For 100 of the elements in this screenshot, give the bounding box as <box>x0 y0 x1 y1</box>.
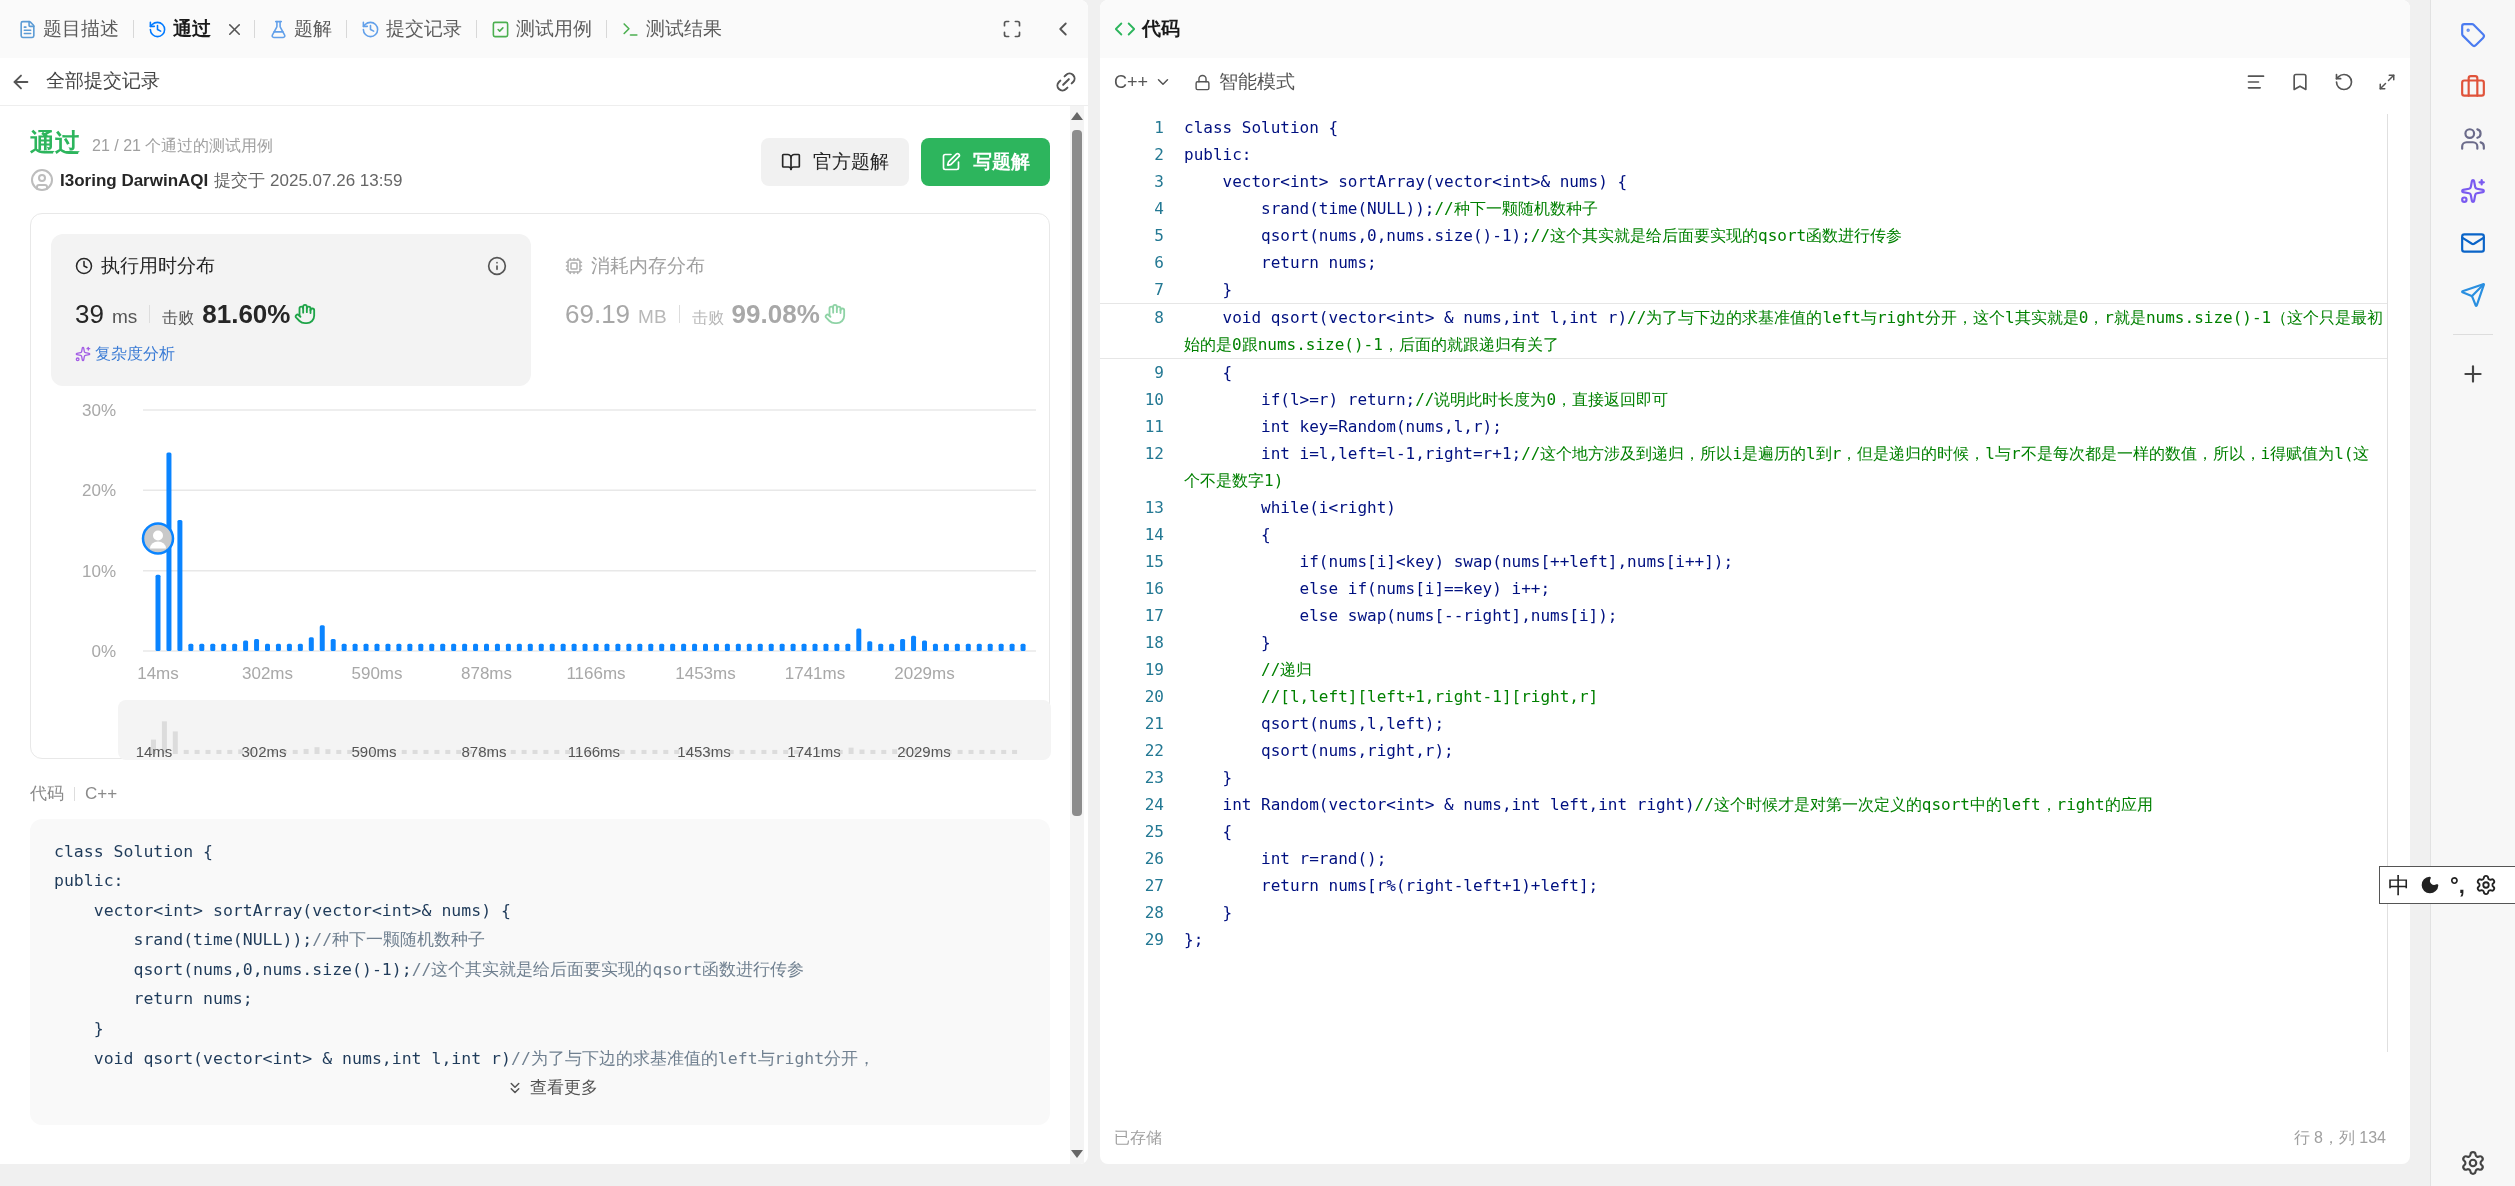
code-line: int r=rand(); <box>1260 848 1388 870</box>
bar <box>845 643 851 651</box>
bar <box>757 643 763 651</box>
x-tick-label: 302ms <box>242 664 293 683</box>
line-number: 26 <box>1143 848 1164 870</box>
bar <box>407 643 413 651</box>
chip-icon <box>565 257 583 276</box>
bar <box>188 643 194 651</box>
settings-icon[interactable] <box>2474 874 2497 896</box>
tag-icon[interactable] <box>2460 22 2486 48</box>
line-number: 28 <box>1143 902 1164 924</box>
official-solution-button[interactable]: 官方题解 <box>761 138 909 186</box>
bar <box>1020 643 1026 651</box>
scrollbar[interactable] <box>1070 106 1084 1164</box>
panel-tab[interactable]: 题目描述 <box>14 14 123 44</box>
y-tick-label: 10% <box>81 561 116 581</box>
language-select[interactable]: C++ <box>1114 68 1173 96</box>
bar <box>823 643 829 651</box>
bookmark-icon[interactable] <box>2290 72 2310 92</box>
code-line: return nums; <box>132 988 254 1011</box>
line-number: 15 <box>1143 551 1164 573</box>
bar <box>363 643 369 651</box>
history-icon <box>361 19 380 39</box>
code-line: int key=Random(nums,l,r); <box>1260 416 1503 438</box>
panel-tab[interactable]: 测试用例 <box>487 14 596 44</box>
flask-icon <box>269 19 288 39</box>
beats-percent: 99.08% <box>731 297 820 331</box>
line-number: 6 <box>1153 252 1164 274</box>
brush-tick-label: 2029ms <box>897 743 951 760</box>
book-icon <box>781 152 801 172</box>
code-line: public: <box>1184 144 1253 166</box>
bar <box>768 643 774 651</box>
stat-card[interactable]: 执行用时分布 39 ms 击败 81.60% 复杂度分析 <box>51 234 531 386</box>
hand-icon <box>294 303 317 325</box>
punctuation-mode[interactable]: °, <box>2450 868 2465 902</box>
bar <box>582 643 588 651</box>
history-icon <box>148 19 167 39</box>
bar <box>801 643 807 651</box>
code-line: srand(time(NULL));//种下一颗随机数种子 <box>1260 198 1599 220</box>
input-mode[interactable]: 中 <box>2388 868 2410 902</box>
code-line: //[l,left][left+1,right-1][right,r] <box>1260 686 1600 708</box>
mail-icon[interactable] <box>2460 230 2486 256</box>
bar <box>396 643 402 651</box>
expand-icon[interactable] <box>2378 73 2396 91</box>
code-line: void qsort(vector<int> & nums,int l,int r)//为了与下边的求基准值的left与right分开， <box>92 1047 877 1070</box>
brush-tick-label: 1166ms <box>567 743 621 760</box>
send-icon[interactable] <box>2460 282 2486 308</box>
settings-icon[interactable] <box>2460 1150 2486 1176</box>
bar <box>549 643 555 651</box>
code-line: qsort(nums,right,r); <box>1260 740 1455 762</box>
info-icon[interactable] <box>487 256 507 277</box>
moon-icon[interactable] <box>2420 875 2440 895</box>
bar <box>571 643 577 651</box>
bar <box>440 643 446 651</box>
code-line: qsort(nums,0,nums.size()-1);//这个其实就是给后面要实现的qsort函数进行传参 <box>132 958 806 981</box>
bar <box>615 643 621 651</box>
code-line: if(nums[i]<key) swap(nums[++left],nums[i++]); <box>1298 551 1735 573</box>
beats-label: 击败 <box>162 307 195 328</box>
panel-tab[interactable]: 通过 <box>144 14 215 44</box>
bar <box>681 643 687 651</box>
line-number: 7 <box>1153 279 1164 301</box>
x-tick-label: 1741ms <box>784 664 846 683</box>
complexity-link[interactable]: 复杂度分析 <box>95 341 175 366</box>
code-line: class Solution { <box>54 840 214 863</box>
panel-tab[interactable]: 提交记录 <box>357 14 466 44</box>
panel-tab[interactable]: 题解 <box>265 14 336 44</box>
code-line: qsort(nums,0,nums.size()-1);//这个其实就是给后面要实现的qsort函数进行传参 <box>1260 225 1904 247</box>
code-line: } <box>1221 279 1234 301</box>
back-link[interactable]: 全部提交记录 <box>46 67 160 96</box>
format-icon[interactable] <box>2246 72 2266 92</box>
briefcase-icon[interactable] <box>2460 74 2486 100</box>
line-number: 22 <box>1143 740 1164 762</box>
range-brush[interactable]: 14ms 302ms 590ms 878ms 1166ms 1453ms 1741ms 2029ms <box>118 700 1051 760</box>
mode-label: 智能模式 <box>1219 69 1296 94</box>
code-line: if(l>=r) return;//说明此时长度为0，直接返回即可 <box>1260 389 1670 411</box>
bar <box>221 643 227 651</box>
bar <box>308 637 314 651</box>
bar <box>932 643 938 651</box>
sparkle-icon[interactable] <box>2460 178 2486 204</box>
stat-unit: MB <box>638 304 667 329</box>
code-line: int i=l,left=l-1,right=r+1;//这个地方涉及到递归，所以i是遍历的l到r，但是递归的时候，l与r不是每次都是一样的数值，所以，i得赋值为l(这个不是数字1) <box>1184 443 2371 492</box>
fullscreen-icon[interactable] <box>1002 19 1022 39</box>
bar <box>374 643 380 651</box>
bar <box>210 643 216 651</box>
code-line: class Solution { <box>1184 117 1340 139</box>
bar <box>976 643 982 651</box>
bar <box>965 643 971 651</box>
username[interactable]: I3oring DarwinAQI <box>60 167 209 193</box>
bar <box>943 643 949 651</box>
brush-tick-label: 1741ms <box>787 743 841 760</box>
bar <box>429 643 435 651</box>
reset-icon[interactable] <box>2334 72 2354 92</box>
sparkle-icon <box>75 345 91 362</box>
line-number: 21 <box>1143 713 1164 735</box>
panel-tab[interactable]: 测试结果 <box>617 14 726 44</box>
code-line: int Random(vector<int> & nums,int left,int right)//这个时候才是对第一次定义的qsort中的left，right的应用 <box>1221 794 2154 816</box>
show-more-link[interactable]: 查看更多 <box>530 1075 598 1101</box>
code-line: } <box>92 1018 105 1041</box>
people-icon[interactable] <box>2460 126 2486 152</box>
bar <box>275 643 281 651</box>
